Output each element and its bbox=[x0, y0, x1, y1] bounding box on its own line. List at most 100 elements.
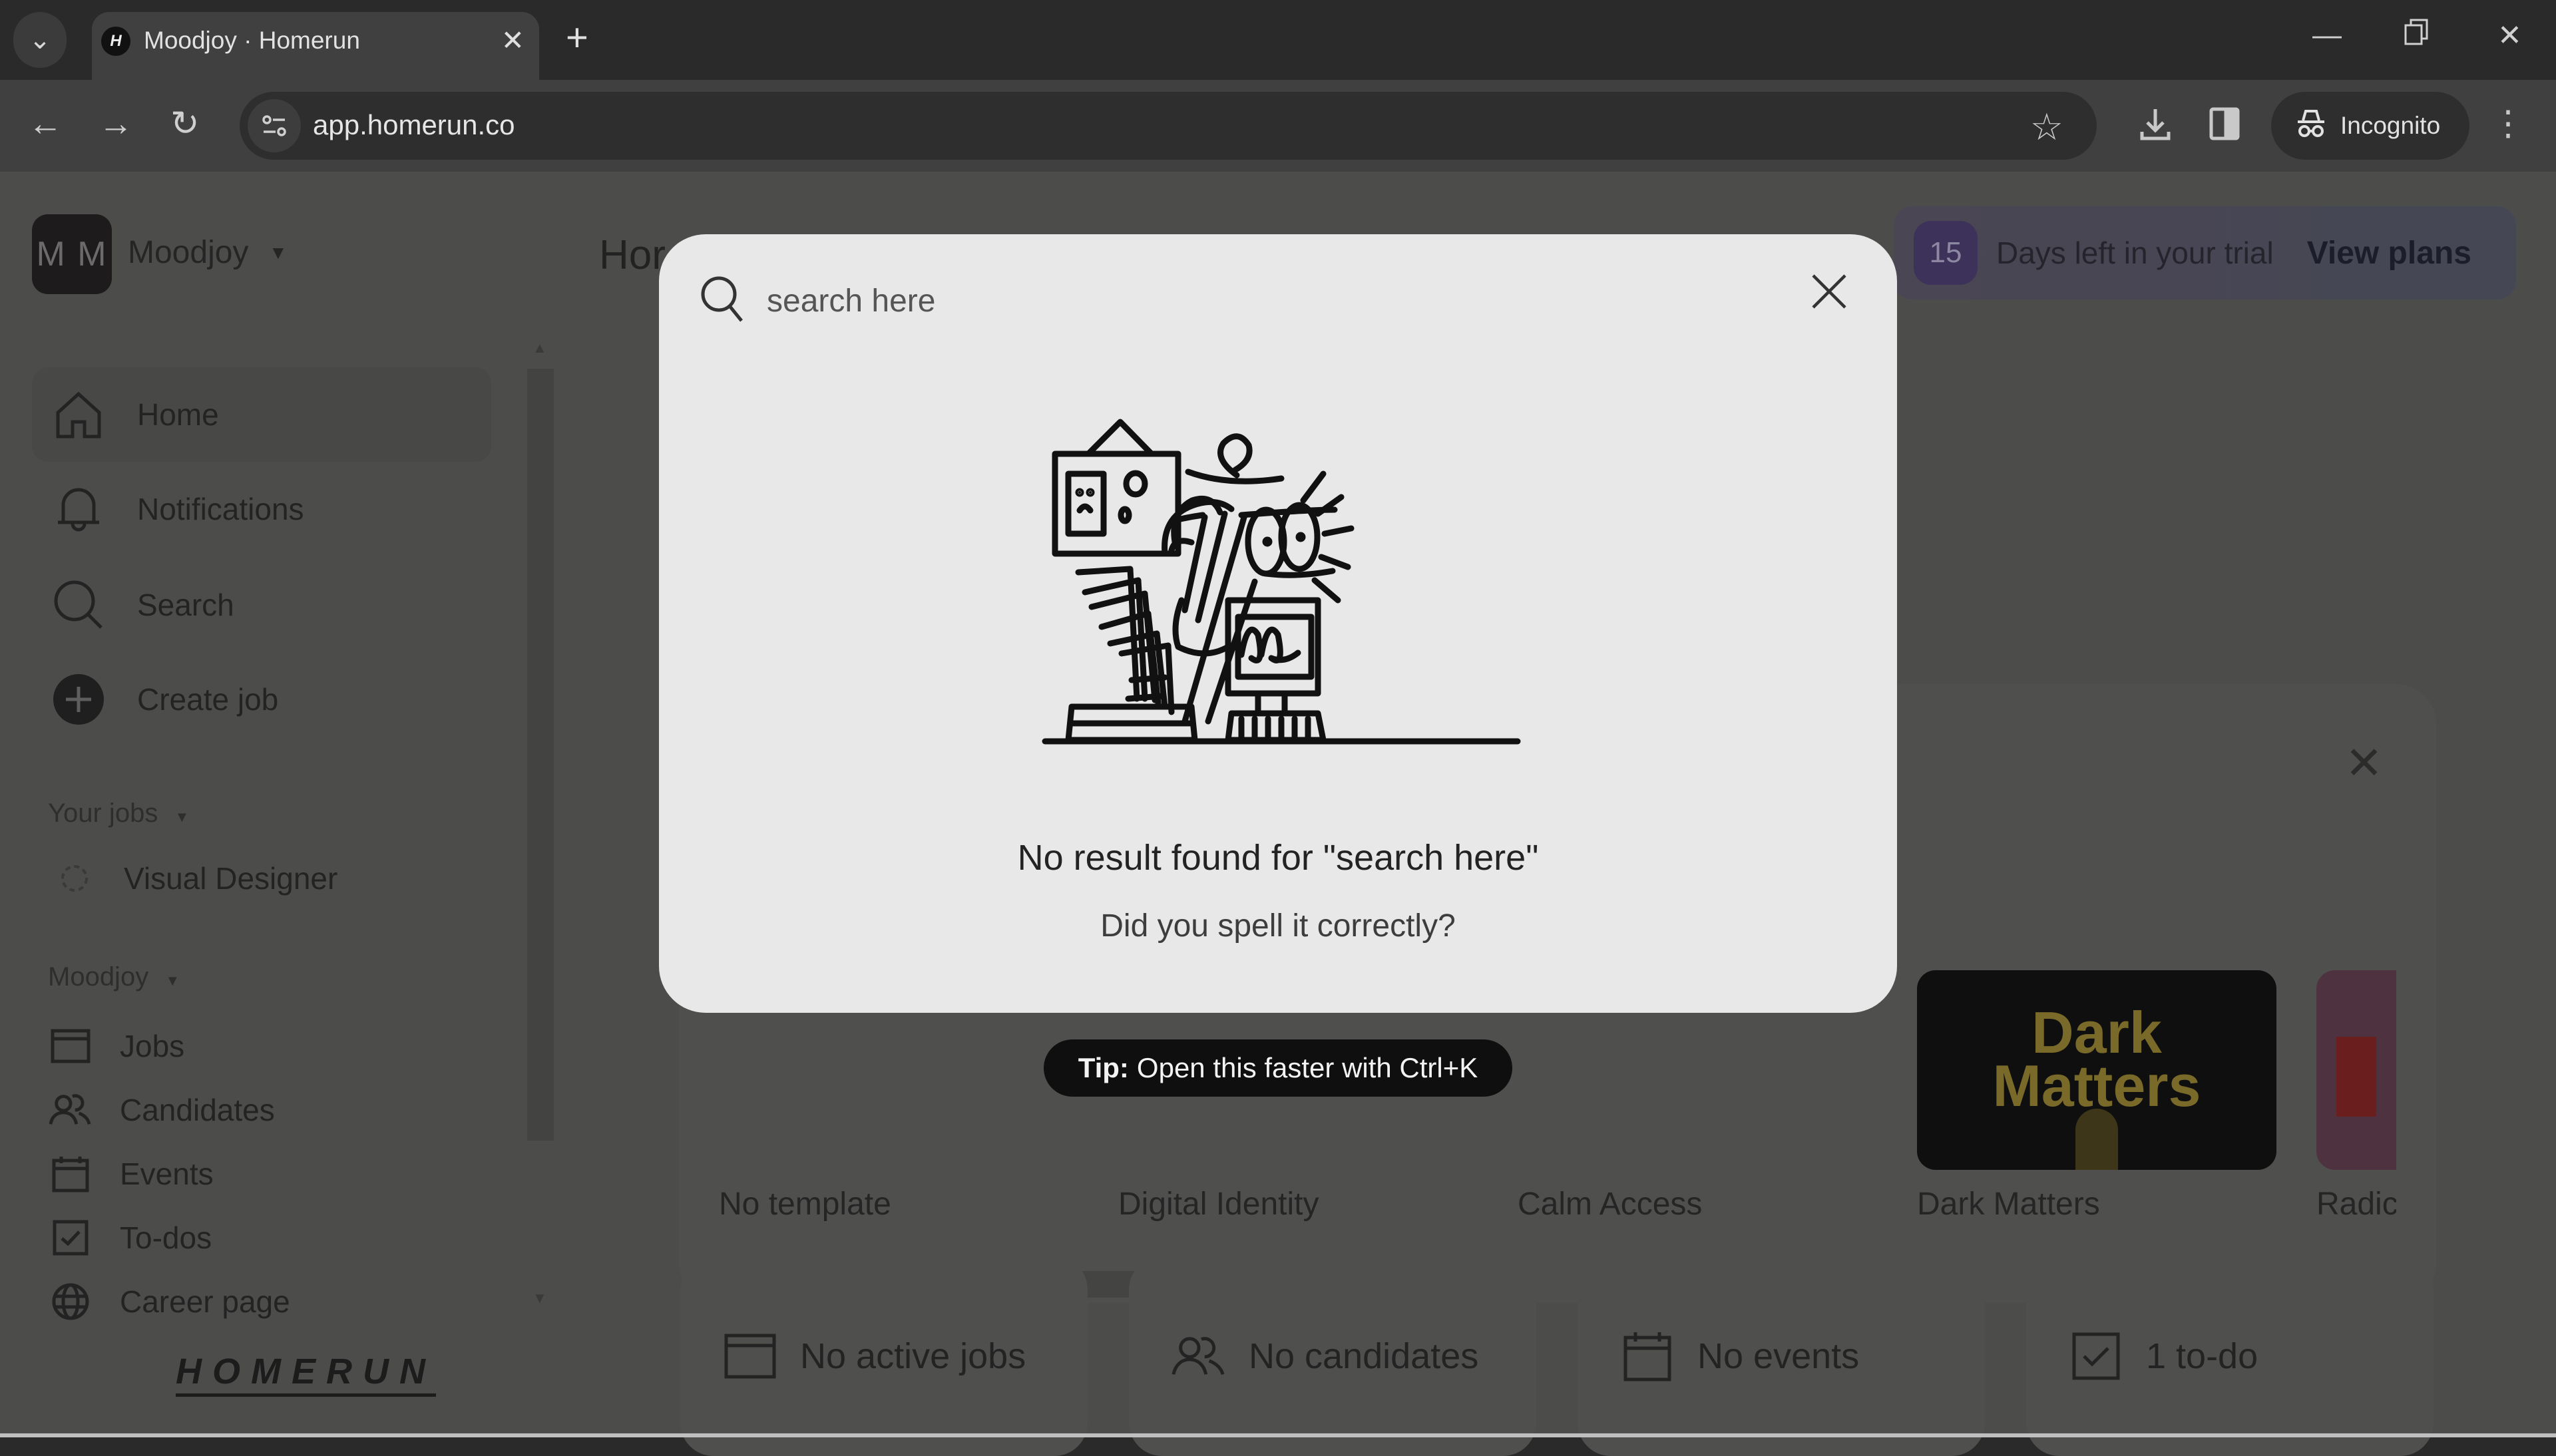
sidebar-job-visual-designer[interactable]: Visual Designer bbox=[53, 857, 337, 900]
org-section-toggle[interactable]: Moodjoy ▼ bbox=[48, 962, 180, 992]
search-icon bbox=[700, 275, 744, 327]
template-card-dark-matters[interactable]: Dark Matters bbox=[1917, 970, 2276, 1170]
template-label[interactable]: No template bbox=[719, 1186, 891, 1222]
stat-label: No candidates bbox=[1249, 1336, 1479, 1376]
checkbox-icon bbox=[49, 1216, 92, 1259]
sidebar-item-label: To-dos bbox=[120, 1220, 212, 1255]
caret-down-icon[interactable]: ▼ bbox=[269, 242, 288, 264]
template-label[interactable]: Radic bbox=[2316, 1186, 2396, 1222]
sidebar-item-career-page[interactable]: Career page bbox=[49, 1280, 290, 1323]
plus-icon[interactable]: + bbox=[566, 19, 588, 57]
browser-window-icon bbox=[723, 1329, 777, 1383]
empty-state-subtitle: Did you spell it correctly? bbox=[1100, 908, 1456, 944]
incognito-profile-button[interactable]: Incognito bbox=[2271, 92, 2469, 160]
reload-icon[interactable]: ↻ bbox=[170, 104, 200, 144]
radical-thumb-mark bbox=[2336, 1037, 2376, 1117]
minimize-icon[interactable]: — bbox=[2312, 19, 2342, 52]
bottom-edge bbox=[0, 1433, 2556, 1437]
sidebar-item-todos[interactable]: To-dos bbox=[49, 1216, 212, 1259]
template-label[interactable]: Dark Matters bbox=[1917, 1186, 2100, 1222]
url-text[interactable]: app.homerun.co bbox=[313, 109, 515, 141]
org-avatar[interactable]: M M bbox=[32, 214, 112, 294]
template-label[interactable]: Calm Access bbox=[1518, 1186, 1702, 1222]
browser-toolbar: ← → ↻ app.homerun.co ☆ Incognito ⋮ bbox=[0, 80, 2556, 172]
sidebar-item-events[interactable]: Events bbox=[49, 1153, 214, 1195]
sidebar-item-label: Jobs bbox=[120, 1029, 185, 1063]
scroll-down-arrow-icon[interactable]: ▼ bbox=[532, 1290, 547, 1307]
trial-days-badge: 15 bbox=[1914, 221, 1978, 285]
star-icon[interactable]: ☆ bbox=[2030, 105, 2063, 149]
sidebar-scrollbar-thumb[interactable] bbox=[527, 369, 554, 1141]
tip-prefix: Tip: bbox=[1078, 1052, 1129, 1083]
thumb-text-line: Dark bbox=[2031, 1000, 2162, 1065]
download-icon[interactable] bbox=[2138, 106, 2173, 148]
sidebar-item-search[interactable]: Search bbox=[32, 558, 491, 652]
browser-tab-bar: ⌄ H Moodjoy · Homerun ✕ + — ✕ bbox=[0, 0, 2556, 80]
users-icon bbox=[49, 1089, 92, 1131]
tip-text: Open this faster with Ctrl+K bbox=[1136, 1052, 1478, 1083]
stat-card-todos[interactable]: 1 to-do bbox=[2026, 1256, 2434, 1456]
scroll-up-arrow-icon[interactable]: ▲ bbox=[532, 339, 547, 357]
globe-icon bbox=[49, 1280, 92, 1323]
dark-matters-thumb-text: Dark Matters bbox=[1917, 1000, 2276, 1119]
template-label[interactable]: Digital Identity bbox=[1118, 1186, 1319, 1222]
sidebar-item-label: Visual Designer bbox=[124, 861, 338, 896]
sidebar-item-notifications[interactable]: Notifications bbox=[32, 462, 491, 556]
person-figure-icon bbox=[2075, 1109, 2118, 1170]
wall-frame bbox=[1052, 451, 1181, 557]
arrow-left-icon[interactable]: ← bbox=[28, 104, 63, 144]
sidebar-item-label: Career page bbox=[120, 1284, 290, 1319]
thumb-text-line: Matters bbox=[1992, 1053, 2201, 1119]
dashed-circle-icon bbox=[53, 857, 96, 900]
org-switcher-name[interactable]: Moodjoy bbox=[128, 234, 248, 271]
stat-label: No events bbox=[1697, 1336, 1860, 1376]
close-icon[interactable] bbox=[1810, 273, 1848, 313]
search-icon bbox=[52, 578, 105, 632]
tune-icon[interactable] bbox=[248, 99, 301, 152]
stat-card-jobs[interactable]: No active jobs bbox=[680, 1256, 1088, 1456]
restore-icon[interactable] bbox=[2404, 19, 2428, 53]
stat-label: No active jobs bbox=[800, 1336, 1026, 1376]
sidebar-item-create-job[interactable]: Create job bbox=[32, 652, 491, 747]
sidebar-item-label: Candidates bbox=[120, 1093, 275, 1127]
bell-icon bbox=[52, 482, 105, 536]
tab-title: Moodjoy · Homerun bbox=[144, 27, 360, 54]
tab-close-icon[interactable]: ✕ bbox=[501, 24, 525, 57]
person-with-binoculars-illustration bbox=[1042, 419, 1521, 745]
search-modal: No result found for "search here" Did yo… bbox=[659, 234, 1897, 1013]
address-bar[interactable]: app.homerun.co ☆ bbox=[240, 92, 2097, 160]
sidebar-item-jobs[interactable]: Jobs bbox=[49, 1025, 184, 1067]
sidebar: M M Moodjoy ▼ Home Notifications Search bbox=[0, 172, 559, 1437]
kebab-menu-icon[interactable]: ⋮ bbox=[2491, 104, 2525, 144]
your-jobs-section-toggle[interactable]: Your jobs ▼ bbox=[48, 799, 189, 828]
homerun-logo[interactable]: HOMERUN bbox=[176, 1351, 436, 1397]
caret-down-icon: ▼ bbox=[174, 809, 190, 825]
trial-banner: 15 Days left in your trial View plans bbox=[1894, 206, 2516, 299]
chevron-down-icon: ⌄ bbox=[29, 25, 51, 55]
sidebar-item-candidates[interactable]: Candidates bbox=[49, 1089, 275, 1131]
window-close-icon[interactable]: ✕ bbox=[2497, 19, 2522, 53]
view-plans-link[interactable]: View plans bbox=[2307, 235, 2471, 272]
keyboard-shortcut-tip: Tip: Open this faster with Ctrl+K bbox=[1044, 1039, 1512, 1097]
side-panel-icon[interactable] bbox=[2209, 106, 2240, 148]
stat-label: 1 to-do bbox=[2146, 1336, 2258, 1376]
caret-down-icon: ▼ bbox=[165, 972, 180, 989]
checkbox-icon bbox=[2069, 1329, 2123, 1383]
search-input[interactable] bbox=[767, 279, 1699, 322]
tab-search-button[interactable]: ⌄ bbox=[13, 12, 67, 68]
stat-card-events[interactable]: No events bbox=[1578, 1256, 1985, 1456]
sidebar-item-home[interactable]: Home bbox=[32, 367, 491, 462]
close-icon[interactable]: ✕ bbox=[2345, 737, 2383, 790]
section-label: Your jobs bbox=[48, 799, 158, 828]
incognito-icon bbox=[2295, 107, 2327, 145]
stat-card-candidates[interactable]: No candidates bbox=[1129, 1256, 1536, 1456]
sidebar-item-label: Home bbox=[137, 397, 219, 432]
arrow-right-icon[interactable]: → bbox=[99, 104, 133, 144]
calendar-icon bbox=[1620, 1329, 1675, 1383]
sidebar-item-label: Notifications bbox=[137, 492, 304, 526]
template-card-radical[interactable] bbox=[2316, 970, 2396, 1170]
sidebar-item-label: Search bbox=[137, 588, 234, 622]
browser-tab-active[interactable]: H Moodjoy · Homerun ✕ bbox=[92, 12, 539, 80]
plus-circle-icon bbox=[52, 673, 105, 726]
sidebar-item-label: Events bbox=[120, 1157, 214, 1191]
